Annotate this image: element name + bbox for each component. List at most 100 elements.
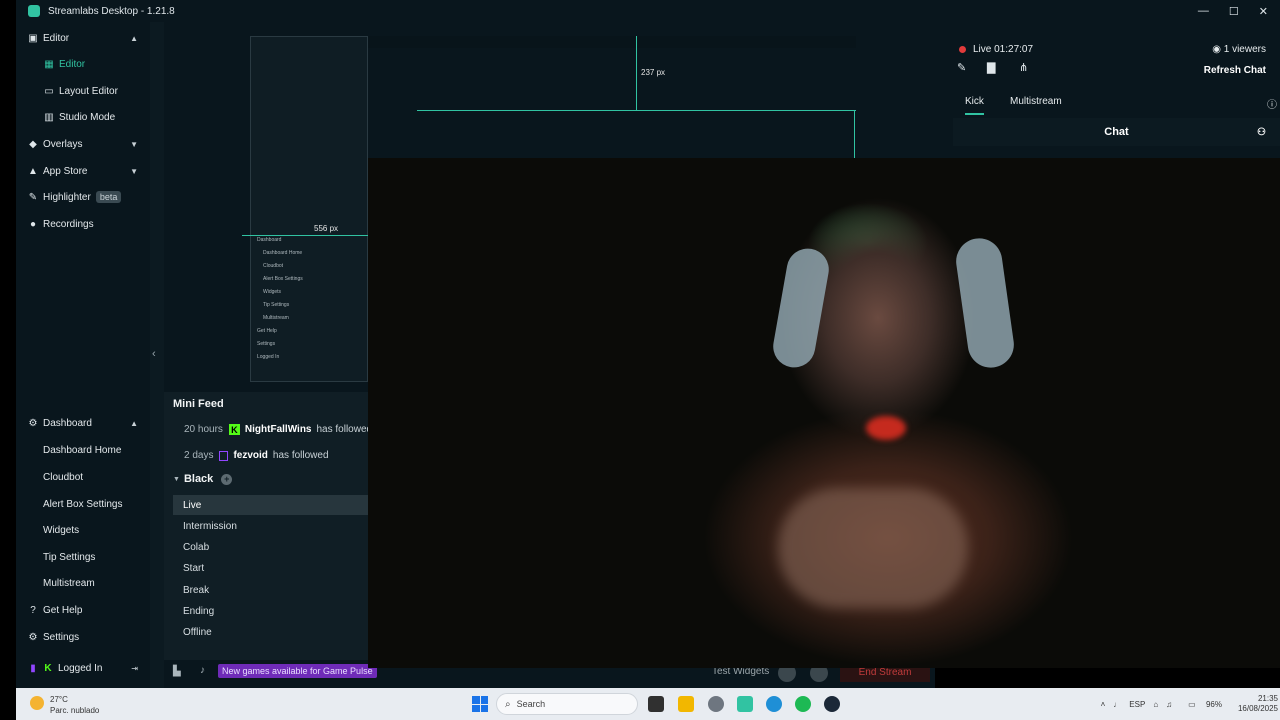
tab-kick[interactable]: Kick: [965, 96, 984, 115]
start-button[interactable]: [472, 696, 488, 712]
sidebar-item-get-help[interactable]: ? Get Help: [16, 598, 150, 622]
sidebar-item-app-store[interactable]: ▲ App Store ▼: [16, 159, 150, 183]
nested-text: Alert Box Settings: [263, 276, 303, 282]
volume-icon[interactable]: ♫: [1166, 700, 1172, 709]
sun-icon: [30, 696, 44, 710]
feed-row[interactable]: 20 hours K NightFallWins has followed: [184, 424, 372, 435]
headphone-right: [953, 235, 1017, 371]
scene-collection-header[interactable]: ▼ Black +: [173, 473, 233, 485]
logout-icon[interactable]: ⇥: [131, 664, 138, 673]
bell-icon[interactable]: ♪: [200, 665, 205, 676]
help-icon: ?: [30, 604, 36, 616]
sidebar-item-logged-in[interactable]: ▮ K Logged In ⇥: [16, 656, 150, 680]
sidebar-item-dashboard[interactable]: ⚙ Dashboard ▲: [16, 411, 150, 435]
scene-item[interactable]: Start: [173, 558, 369, 578]
scene-item[interactable]: Ending: [173, 601, 369, 621]
close-button[interactable]: ✕: [1259, 5, 1268, 18]
chat-panel: Live 01:27:07 ◉ 1 viewers ✎ ▇ ⋔ Refresh …: [935, 22, 1280, 158]
feed-user: NightFallWins: [244, 424, 312, 435]
sidebar-item-label: Highlighter: [43, 191, 91, 203]
sidebar-item-label: Settings: [43, 631, 80, 643]
refresh-chat-button[interactable]: Refresh Chat: [1204, 65, 1266, 76]
sidebar-item-label: Logged In: [58, 662, 103, 674]
beta-badge: beta: [95, 191, 122, 203]
taskbar-search[interactable]: ⌕ Search: [496, 693, 638, 715]
weather-widget[interactable]: 27°C Parc. nublado: [30, 694, 99, 716]
sidebar-item-label: Multistream: [43, 577, 95, 589]
file-explorer-icon[interactable]: [678, 696, 694, 712]
chevron-down-icon: ▼: [130, 139, 138, 149]
sidebar-item-label: Dashboard: [43, 417, 92, 429]
feed-row[interactable]: 2 days fezvoid has followed: [184, 450, 329, 461]
news-banner[interactable]: New games available for Game Pulse: [218, 664, 377, 678]
chevron-up-icon[interactable]: ˄: [1101, 700, 1106, 709]
clock[interactable]: 21:35 16/08/2025: [1230, 694, 1278, 714]
settings-app-icon[interactable]: [708, 696, 724, 712]
minimize-button[interactable]: —: [1198, 5, 1209, 17]
nested-text: Cloudbot: [263, 263, 284, 269]
title-bar: Streamlabs Desktop - 1.21.8 — ☐ ✕: [16, 0, 1280, 22]
sidebar-item-studio-mode[interactable]: ▥ Studio Mode: [16, 105, 150, 129]
sidebar-item-tip-settings[interactable]: Tip Settings: [16, 545, 150, 569]
chat-title: Chat: [1104, 126, 1129, 138]
tab-multistream[interactable]: Multistream: [1010, 96, 1062, 107]
feed-user: fezvoid: [233, 450, 268, 461]
sidebar-item-widgets[interactable]: Widgets: [16, 518, 150, 542]
sidebar-item-settings[interactable]: ⚙ Settings: [16, 625, 150, 649]
network-icon[interactable]: ⌂: [1153, 700, 1158, 709]
spotify-icon[interactable]: [795, 696, 811, 712]
share-icon[interactable]: ⋔: [1019, 61, 1028, 74]
edit-icon[interactable]: ✎: [957, 61, 966, 74]
steam-icon[interactable]: [824, 696, 840, 712]
sidebar-item-label: Recordings: [43, 218, 94, 230]
language-indicator[interactable]: ESP: [1129, 700, 1145, 709]
sidebar-item-label: Tip Settings: [43, 551, 96, 563]
sidebar-item-editor[interactable]: ▣ Editor ▲: [16, 26, 150, 50]
webcam-hand: [778, 488, 968, 608]
chevron-left-icon[interactable]: ‹: [152, 348, 156, 360]
nested-text: Logged In: [257, 354, 280, 360]
sidebar-item-alert-box[interactable]: Alert Box Settings: [16, 492, 150, 516]
maximize-button[interactable]: ☐: [1229, 5, 1239, 18]
sidebar: ▣ Editor ▲ ▦ Editor ▭ Layout Editor ▥ St…: [16, 22, 150, 688]
clock-time: 21:35: [1257, 694, 1278, 703]
weather-temp: 27°C: [50, 695, 68, 704]
streamlabs-app-icon[interactable]: [737, 696, 753, 712]
window-title: Streamlabs Desktop - 1.21.8: [48, 5, 175, 17]
layout-icon: ▭: [44, 85, 54, 97]
nested-preview-window: Dashboard Dashboard Home Cloudbot Alert …: [250, 36, 368, 382]
performance-icon[interactable]: ▙: [173, 666, 181, 677]
sidebar-item-dashboard-home[interactable]: Dashboard Home: [16, 438, 150, 462]
add-scene-icon[interactable]: +: [221, 473, 233, 485]
twitch-icon: [219, 450, 229, 461]
scene-item[interactable]: Break: [173, 580, 369, 600]
scene-item[interactable]: Live: [173, 495, 369, 515]
live-status: Live 01:27:07: [959, 44, 1033, 55]
sidebar-item-highlighter[interactable]: ✎ Highlighter beta: [16, 185, 150, 209]
sidebar-collapse-strip[interactable]: ‹: [150, 22, 164, 688]
eye-icon: ◉: [1212, 44, 1224, 55]
sidebar-item-cloudbot[interactable]: Cloudbot: [16, 465, 150, 489]
snap-guide-horizontal: [242, 235, 368, 236]
task-view-icon[interactable]: [648, 696, 664, 712]
users-icon[interactable]: ⚇: [1257, 127, 1266, 138]
studio-mode-icon: ▥: [44, 111, 54, 123]
edge-icon[interactable]: [766, 696, 782, 712]
sidebar-item-multistream[interactable]: Multistream: [16, 571, 150, 595]
sidebar-item-editor-sub[interactable]: ▦ Editor: [16, 52, 150, 76]
widgets-icon[interactable]: ▇: [987, 61, 995, 74]
info-icon[interactable]: ⓘ: [1267, 96, 1277, 111]
headphone-left: [769, 245, 833, 371]
microphone-icon[interactable]: ♩: [1113, 700, 1121, 709]
sidebar-item-label: Cloudbot: [43, 471, 84, 483]
sidebar-item-overlays[interactable]: ◆ Overlays ▼: [16, 132, 150, 156]
sidebar-item-recordings[interactable]: ● Recordings: [16, 212, 150, 236]
sidebar-item-label: Editor: [59, 58, 86, 70]
scene-item[interactable]: Colab: [173, 537, 369, 557]
sidebar-item-layout-editor[interactable]: ▭ Layout Editor: [16, 79, 150, 103]
scene-item[interactable]: Offline: [173, 622, 369, 642]
scene-item[interactable]: Intermission: [173, 516, 369, 536]
sidebar-item-label: Widgets: [43, 524, 80, 536]
distance-label: 556 px: [314, 224, 339, 233]
battery-indicator[interactable]: ▭ 96%: [1180, 700, 1222, 709]
